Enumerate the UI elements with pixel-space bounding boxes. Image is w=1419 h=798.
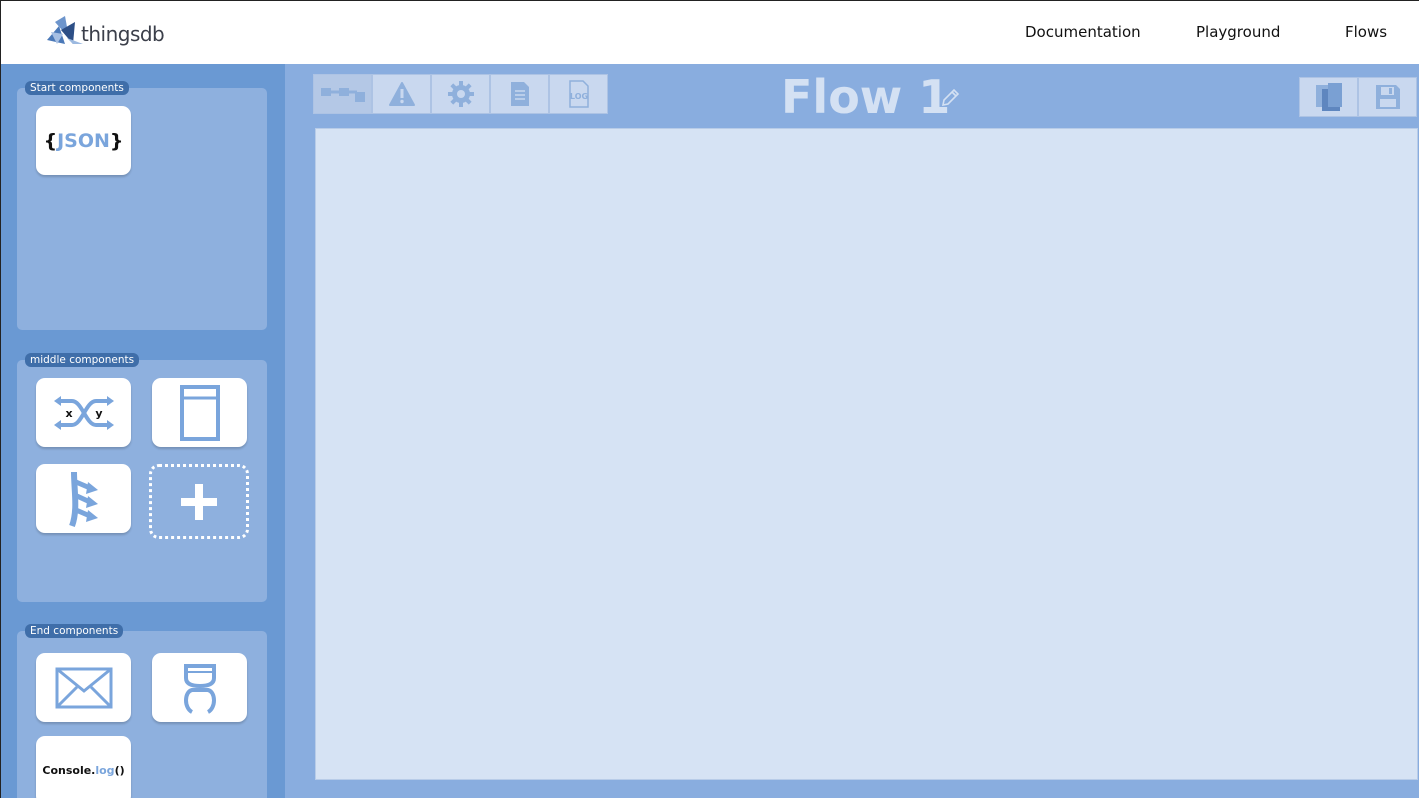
y-label: y bbox=[95, 407, 102, 420]
json-word: JSON bbox=[57, 129, 110, 152]
middle-components-title: middle components bbox=[25, 353, 140, 367]
flow-canvas[interactable] bbox=[315, 128, 1418, 780]
json-icon: {JSON} bbox=[44, 130, 124, 152]
document-icon bbox=[510, 82, 529, 106]
settings-button[interactable] bbox=[431, 74, 490, 114]
envelope-icon bbox=[55, 667, 112, 708]
map-component[interactable]: x y bbox=[36, 378, 131, 447]
console-icon: Console.log() bbox=[42, 764, 124, 777]
log-label: LOG bbox=[569, 92, 587, 101]
middle-components-panel: middle components x y bbox=[17, 353, 267, 602]
warnings-button[interactable] bbox=[372, 74, 431, 114]
json-component[interactable]: {JSON} bbox=[36, 106, 131, 175]
log-file-icon: LOG bbox=[568, 80, 589, 108]
right-toolbar bbox=[1299, 77, 1417, 117]
flow-view-button[interactable] bbox=[313, 74, 372, 114]
log-button[interactable]: LOG bbox=[549, 74, 608, 114]
end-components-title: End components bbox=[25, 624, 124, 638]
console-parens: () bbox=[114, 764, 125, 777]
logo-mark-icon bbox=[47, 16, 83, 44]
top-navbar: thingsdb Documentation Playground Flows bbox=[1, 1, 1419, 64]
copy-icon bbox=[1315, 83, 1342, 111]
save-flow-button[interactable] bbox=[1358, 77, 1417, 117]
editor-toolbar: LOG bbox=[313, 74, 608, 114]
bot-component[interactable] bbox=[152, 653, 247, 722]
document-button[interactable] bbox=[490, 74, 549, 114]
console-log-component[interactable]: Console.log() bbox=[36, 736, 131, 798]
console-log-word: log bbox=[95, 764, 115, 777]
save-icon bbox=[1375, 85, 1400, 109]
xy-swap-icon: x y bbox=[53, 395, 114, 430]
pencil-edit-icon[interactable] bbox=[940, 88, 960, 108]
end-components-panel: End components Console.log() bbox=[17, 624, 267, 798]
gear-icon bbox=[447, 81, 474, 107]
mail-component[interactable] bbox=[36, 653, 131, 722]
split-arrows-icon bbox=[68, 471, 98, 527]
thingsdb-logo[interactable]: thingsdb bbox=[45, 15, 165, 49]
json-brace-close: } bbox=[109, 129, 124, 152]
storage-component[interactable] bbox=[152, 378, 247, 447]
copy-flow-button[interactable] bbox=[1299, 77, 1358, 117]
console-prefix: Console. bbox=[42, 764, 96, 777]
warning-icon bbox=[388, 82, 415, 106]
add-component-button[interactable] bbox=[149, 464, 249, 539]
flow-editor: LOG Flow 1 bbox=[285, 64, 1419, 798]
split-component[interactable] bbox=[36, 464, 131, 533]
x-label: x bbox=[65, 407, 72, 420]
nav-documentation[interactable]: Documentation bbox=[1025, 23, 1141, 41]
nav-flows[interactable]: Flows bbox=[1345, 23, 1387, 41]
panel-icon bbox=[179, 384, 220, 441]
logo-text: thingsdb bbox=[81, 22, 165, 46]
start-components-panel: Start components {JSON} bbox=[17, 81, 267, 330]
flow-title: Flow 1 bbox=[781, 70, 951, 124]
json-brace-open: { bbox=[43, 129, 58, 152]
flow-diagram-icon bbox=[320, 88, 365, 102]
components-sidebar: Start components {JSON} middle component… bbox=[1, 64, 285, 798]
start-components-title: Start components bbox=[25, 81, 129, 95]
plus-icon bbox=[181, 483, 217, 520]
robot-icon bbox=[183, 663, 216, 714]
nav-playground[interactable]: Playground bbox=[1196, 23, 1280, 41]
